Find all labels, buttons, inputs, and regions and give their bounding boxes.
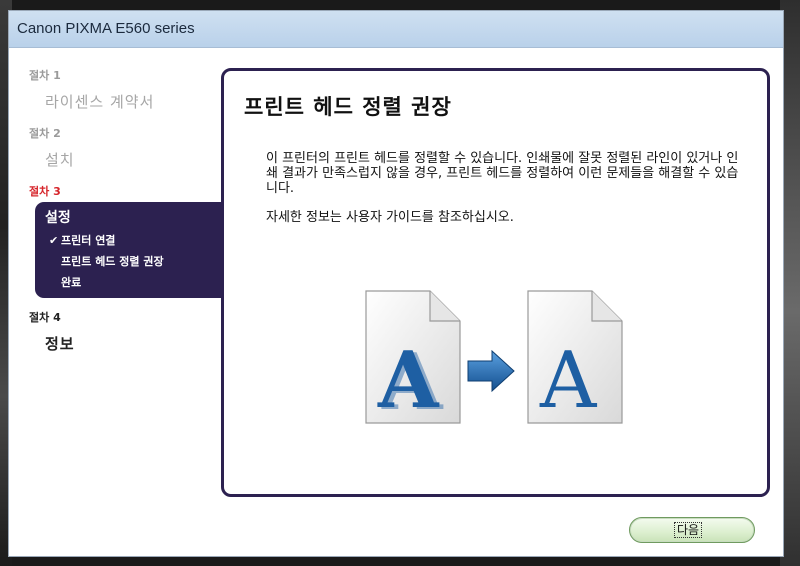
step-1-name: 라이센스 계약서: [45, 93, 155, 111]
substep-label: 프린트 헤드 정렬 권장: [61, 255, 164, 268]
alignment-illustration: A A A: [365, 290, 623, 428]
step-4-label: 절차 4: [29, 311, 61, 324]
content-panel: 프린트 헤드 정렬 권장 이 프린터의 프린트 헤드를 정렬할 수 있습니다. …: [221, 68, 770, 497]
misaligned-document-icon: A A: [365, 290, 461, 428]
next-button[interactable]: 다음: [629, 517, 755, 543]
title-bar[interactable]: Canon PIXMA E560 series: [9, 11, 783, 48]
misaligned-glyph-shadow: A: [381, 337, 444, 428]
checkmark-icon: ✔: [49, 234, 59, 247]
substep-label: 완료: [61, 276, 82, 289]
window-title: Canon PIXMA E560 series: [17, 20, 195, 37]
description: 이 프린터의 프린트 헤드를 정렬할 수 있습니다. 인쇄물에 잘못 정렬된 라…: [266, 151, 744, 239]
current-step-box: 설정 ✔ 프린터 연결 프린트 헤드 정렬 권장 완료: [35, 202, 235, 298]
substep-printer-connection: ✔ 프린터 연결: [49, 232, 115, 248]
substep-label: 프린터 연결: [61, 234, 116, 247]
page-title: 프린트 헤드 정렬 권장: [244, 95, 452, 119]
description-paragraph: 자세한 정보는 사용자 가이드를 참조하십시오.: [266, 210, 514, 225]
substep-complete: 완료: [49, 274, 81, 290]
step-3-label: 절차 3: [29, 185, 61, 198]
step-3-name: 설정: [45, 210, 71, 226]
step-2-name: 설치: [45, 151, 75, 169]
step-2-label: 절차 2: [29, 127, 61, 140]
aligned-document-icon: A: [527, 290, 623, 426]
aligned-glyph: A: [539, 336, 598, 426]
step-4-name: 정보: [45, 335, 75, 353]
next-button-label: 다음: [674, 522, 703, 538]
description-paragraph: 이 프린터의 프린트 헤드를 정렬할 수 있습니다. 인쇄물에 잘못 정렬된 라…: [266, 151, 739, 196]
installer-window: Canon PIXMA E560 series 절차 1 라이센스 계약서 절차…: [8, 10, 784, 557]
step-1-label: 절차 1: [29, 69, 61, 82]
arrow-right-icon: [467, 349, 515, 393]
substep-print-head-alignment: 프린트 헤드 정렬 권장: [49, 253, 164, 269]
